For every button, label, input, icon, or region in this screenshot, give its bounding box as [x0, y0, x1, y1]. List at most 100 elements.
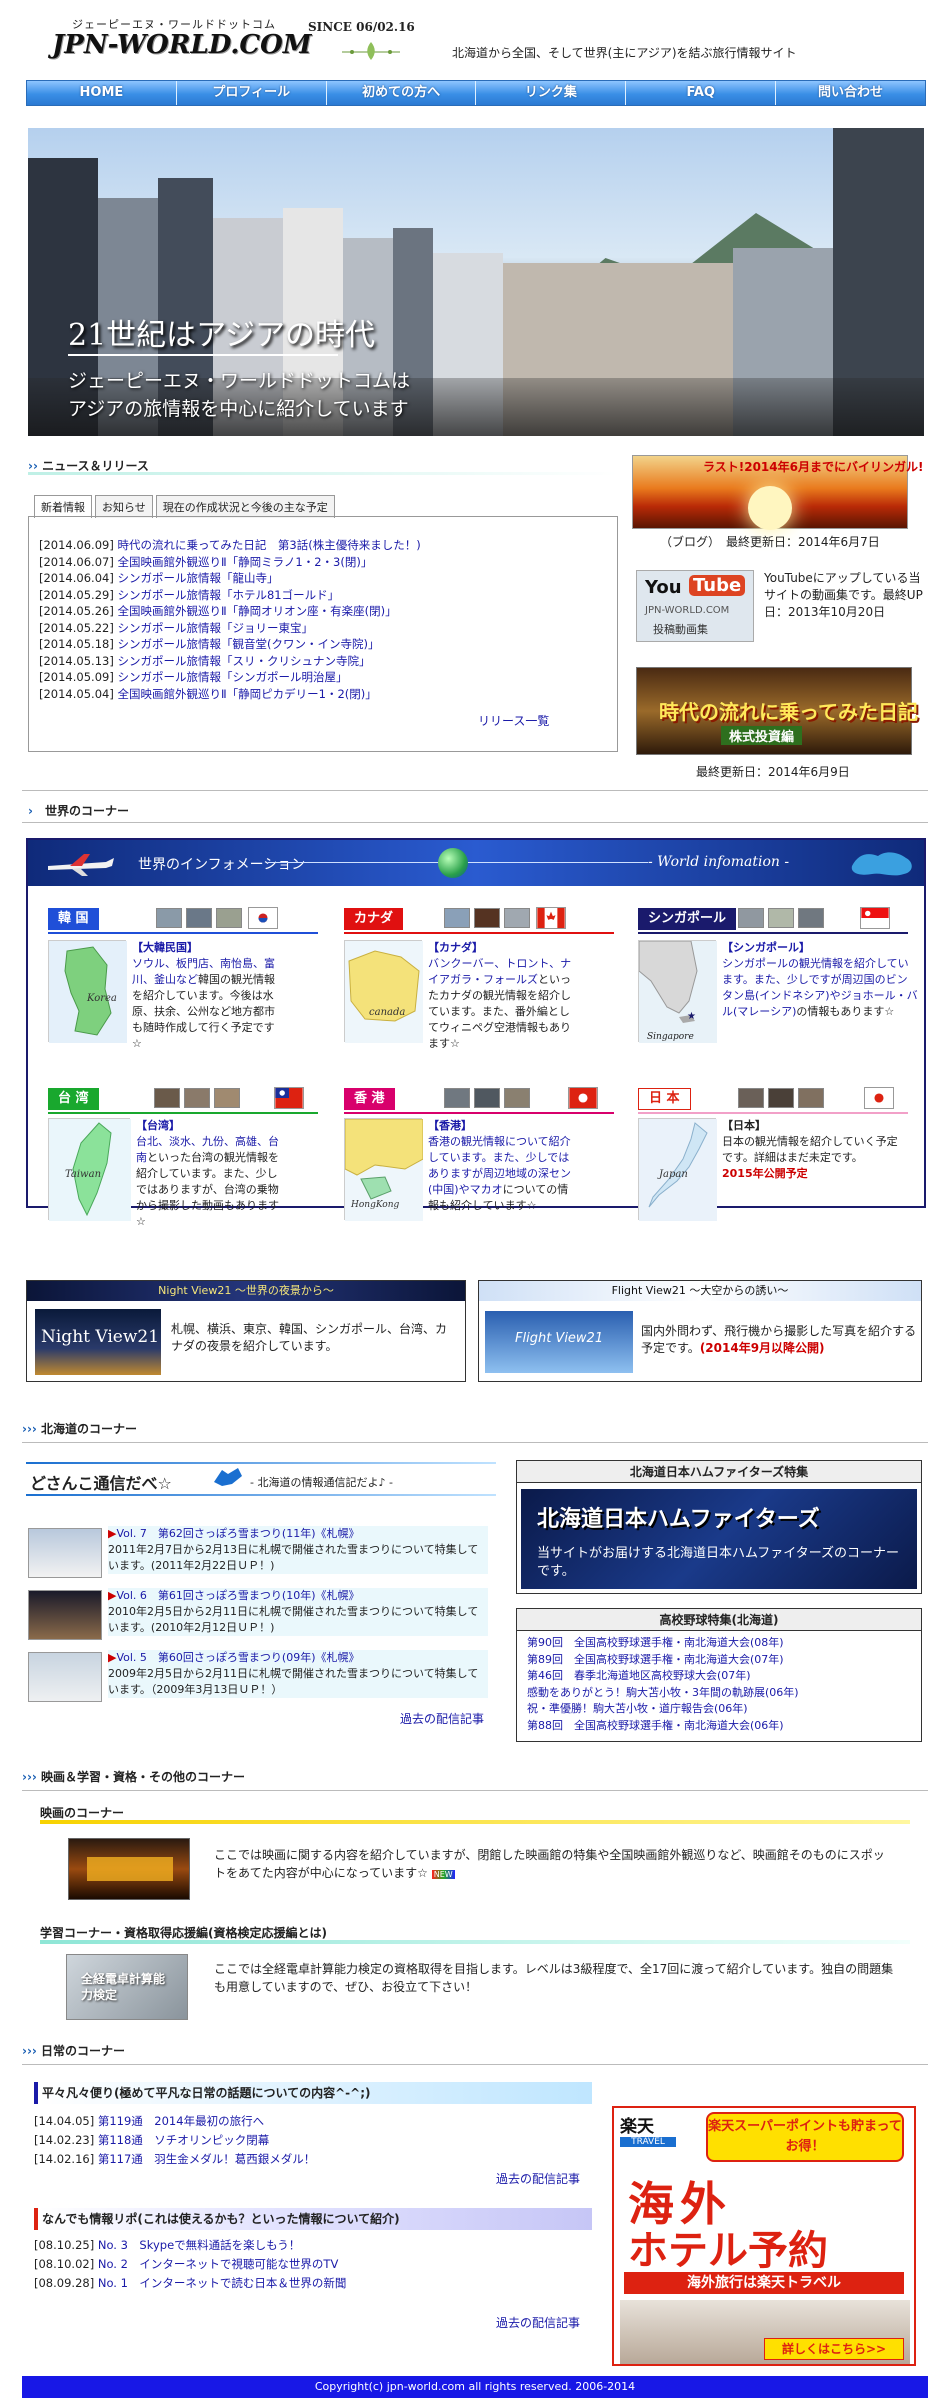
hongkong-thumb[interactable]	[444, 1088, 470, 1108]
youtube-banner[interactable]: You Tube JPN-WORLD.COM 投稿動画集	[636, 570, 754, 642]
list-item[interactable]: [2014.05.13] シンガポール旅情報「スリ・クリシュナン寺院」	[39, 653, 607, 670]
tab-singapore[interactable]: シンガポール	[638, 908, 737, 930]
korea-thumb[interactable]	[216, 908, 242, 928]
nav-profile[interactable]: プロフィール	[177, 81, 327, 105]
list-item[interactable]: 第89回 全国高校野球選手権・南北海道大会(07年)	[527, 1652, 911, 1669]
hongkong-thumb[interactable]	[474, 1088, 500, 1108]
vol7-image[interactable]	[28, 1528, 102, 1578]
nav-contact[interactable]: 問い合わせ	[776, 81, 925, 105]
rakuten-ad[interactable]: 楽天 TRAVEL 楽天スーパーポイントも貯まってお得！ 海外 ホテル予約 海外…	[612, 2106, 916, 2366]
list-item[interactable]: [14.02.16] 第117通 羽生金メダル！葛西銀メダル！	[34, 2150, 315, 2169]
nav-links[interactable]: リンク集	[476, 81, 627, 105]
movie-image[interactable]	[68, 1838, 190, 1900]
release-list-link[interactable]: リリース一覧	[478, 712, 549, 729]
blog-banner[interactable]: ラスト!2014年6月までにバイリンガル!	[632, 455, 923, 530]
flight-view-title[interactable]: Flight View21 〜大空からの誘い〜	[479, 1281, 921, 1301]
list-item[interactable]: 感動をありがとう！駒大苫小牧・3年間の軌跡展(06年)	[527, 1685, 911, 1702]
nav-faq[interactable]: FAQ	[626, 81, 777, 105]
list-item[interactable]: [14.04.05] 第119通 2014年最初の旅行へ	[34, 2112, 315, 2131]
hongkong-thumb[interactable]	[504, 1088, 530, 1108]
night-view-title[interactable]: Night View21 〜世界の夜景から〜	[27, 1281, 465, 1301]
list-item[interactable]: 第88回 全国高校野球選手権・南北海道大会(06年)	[527, 1718, 911, 1735]
rakuten-cta-button[interactable]: 詳しくはこちら>>	[764, 2338, 904, 2360]
nandemo-header[interactable]: なんでも情報リポ(これは使えるかも？といった情報について紹介)	[34, 2208, 592, 2230]
singapore-thumb[interactable]	[768, 908, 794, 928]
list-item[interactable]: [2014.06.09] 時代の流れに乗ってみた日記 第3話(株主優待来ました！…	[39, 537, 607, 554]
list-item[interactable]: [14.02.23] 第118通 ソチオリンピック閉幕	[34, 2131, 315, 2150]
tab-hongkong[interactable]: 香 港	[344, 1088, 395, 1110]
list-item[interactable]: [2014.05.04] 全国映画館外観巡りⅡ「静岡ピカデリー1・2(閉)」	[39, 686, 607, 703]
flight-view-logo[interactable]: Flight View21	[485, 1311, 633, 1373]
nav-beginners[interactable]: 初めての方へ	[327, 81, 477, 105]
tab-korea[interactable]: 韓 国	[48, 908, 99, 930]
singapore-thumb[interactable]	[738, 908, 764, 928]
list-item[interactable]: [2014.05.26] 全国映画館外観巡りⅡ「静岡オリオン座・有楽座(閉)」	[39, 603, 607, 620]
site-logo[interactable]: ジェーピーエヌ・ワールドドットコム JPN-WORLD.COM	[52, 16, 312, 66]
list-item[interactable]: [2014.05.29] シンガポール旅情報「ホテル81ゴールド」	[39, 587, 607, 604]
dosanko-archive-link[interactable]: 過去の配信記事	[400, 1710, 484, 1727]
list-item[interactable]: [2014.06.04] シンガポール旅情報「龍山寺」	[39, 570, 607, 587]
tab-notice[interactable]: お知らせ	[95, 495, 153, 518]
korea-thumb[interactable]	[186, 908, 212, 928]
list-item[interactable]: [08.10.25] No. 3 Skypeで無料通話を楽しもう！	[34, 2236, 346, 2255]
taiwan-thumb[interactable]	[214, 1088, 240, 1108]
tab-taiwan[interactable]: 台 湾	[48, 1088, 99, 1110]
nandemo-archive-link[interactable]: 過去の配信記事	[496, 2314, 580, 2331]
list-item[interactable]: [2014.06.07] 全国映画館外観巡りⅡ「静岡ミラノ1・2・3(閉)」	[39, 554, 607, 571]
list-item[interactable]: [08.10.02] No. 2 インターネットで視聴可能な世界のTV	[34, 2255, 346, 2274]
korea-thumb[interactable]	[156, 908, 182, 928]
tab-new[interactable]: 新着情報	[34, 495, 92, 518]
hongkong-name[interactable]: 【香港】	[428, 1118, 576, 1134]
taiwan-map[interactable]: Taiwan	[48, 1118, 131, 1221]
fighters-banner[interactable]: 北海道日本ハムファイターズ 当サイトがお届けする北海道日本ハムファイターズのコー…	[521, 1489, 917, 1589]
japan-thumb[interactable]	[738, 1088, 764, 1108]
diary-banner[interactable]: 時代の流れに乗ってみた日記 株式投資編	[636, 667, 918, 755]
japan-map[interactable]: Japan	[638, 1118, 717, 1221]
canada-map[interactable]: canada	[344, 940, 423, 1043]
japan-thumb[interactable]	[768, 1088, 794, 1108]
canada-thumb[interactable]	[504, 908, 530, 928]
study-corner-title[interactable]: 学習コーナー・資格取得応援編(資格検定応援編とは)	[40, 1924, 327, 1941]
heibon-header[interactable]: 平々凡々便り(極めて平凡な日常の話題についての内容^-^;)	[34, 2082, 592, 2104]
korea-map[interactable]: Korea	[48, 940, 127, 1043]
list-item[interactable]: [08.09.28] No. 1 インターネットで読む日本＆世界の新聞	[34, 2274, 346, 2293]
vol6-image[interactable]	[28, 1590, 102, 1640]
nandemo-list: [08.10.25] No. 3 Skypeで無料通話を楽しもう！ [08.10…	[34, 2236, 346, 2293]
tab-japan[interactable]: 日 本	[638, 1088, 691, 1110]
japan-name[interactable]: 【日本】	[722, 1118, 902, 1134]
taiwan-thumb[interactable]	[184, 1088, 210, 1108]
japan-thumb[interactable]	[798, 1088, 824, 1108]
vol5-title[interactable]: ▶Vol. 5 第60回さっぽろ雪まつり(09年)《札幌》	[108, 1650, 488, 1666]
tab-status[interactable]: 現在の作成状況と今後の主な予定	[155, 495, 335, 518]
vol6-title[interactable]: ▶Vol. 6 第61回さっぽろ雪まつり(10年)《札幌》	[108, 1588, 488, 1604]
hongkong-map[interactable]: HongKong	[344, 1118, 424, 1221]
singapore-text: 【シンガポール】 シンガポールの観光情報を紹介しています。また、少しですが周辺国の…	[722, 940, 918, 1020]
blog-banner-text: ラスト!2014年6月までにバイリンガル!	[703, 460, 924, 474]
taiwan-name[interactable]: 【台湾】	[136, 1118, 284, 1134]
singapore-name[interactable]: 【シンガポール】	[722, 940, 918, 956]
korea-name[interactable]: 【大韓民国】	[132, 940, 280, 956]
list-item[interactable]: 第46回 春季北海道地区高校野球大会(07年)	[527, 1668, 911, 1685]
heibon-archive-link[interactable]: 過去の配信記事	[496, 2170, 580, 2187]
list-item[interactable]: [2014.05.22] シンガポール旅情報「ジョリー東宝」	[39, 620, 607, 637]
fighters-banner-text: 当サイトがお届けする北海道日本ハムファイターズのコーナーです。	[537, 1546, 900, 1579]
taiwan-thumb[interactable]	[154, 1088, 180, 1108]
vol7-title[interactable]: ▶Vol. 7 第62回さっぽろ雪まつり(11年)《札幌》	[108, 1526, 488, 1542]
list-item[interactable]: 第90回 全国高校野球選手権・南北海道大会(08年)	[527, 1635, 911, 1652]
list-item[interactable]: [2014.05.09] シンガポール旅情報「シンガポール明治屋」	[39, 669, 607, 686]
singapore-thumb[interactable]	[798, 908, 824, 928]
canada-thumb[interactable]	[444, 908, 470, 928]
night-view-logo[interactable]: Night View21	[35, 1309, 161, 1375]
study-image[interactable]: 全経電卓計算能力検定	[66, 1954, 188, 2020]
vol5-image[interactable]	[28, 1652, 102, 1702]
nav-home[interactable]: HOME	[27, 81, 177, 105]
hero-line-2: アジアの旅情報を中心に紹介しています	[68, 398, 409, 420]
list-item[interactable]: 祝・準優勝！駒大苫小牧・道庁報告会(06年)	[527, 1701, 911, 1718]
tab-canada[interactable]: カナダ	[344, 908, 404, 930]
divider	[22, 790, 928, 791]
singapore-map[interactable]: ★ Singapore	[638, 940, 717, 1043]
hero-divider	[68, 354, 338, 356]
canada-name[interactable]: 【カナダ】	[428, 940, 576, 956]
canada-thumb[interactable]	[474, 908, 500, 928]
list-item[interactable]: [2014.05.18] シンガポール旅情報「観音堂(クワン・イン寺院)」	[39, 636, 607, 653]
